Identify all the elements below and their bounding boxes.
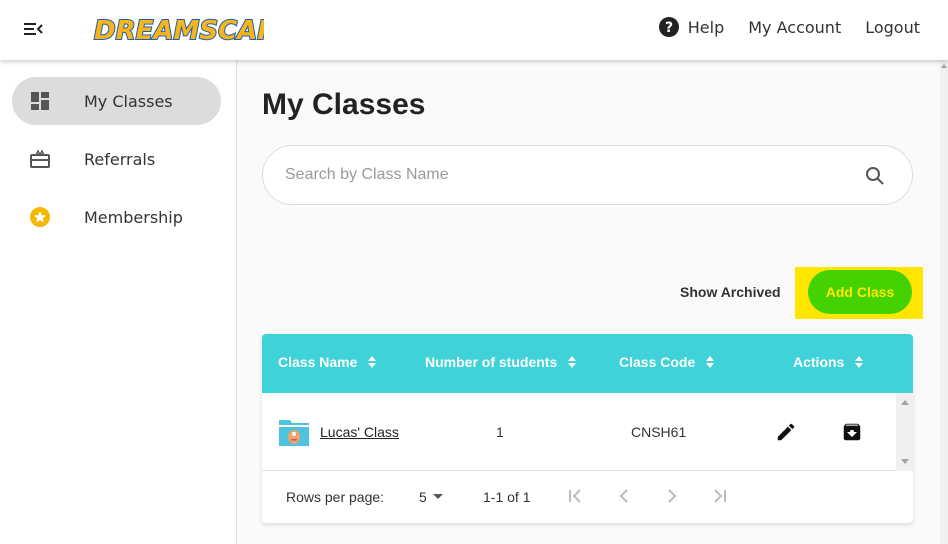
column-label: Actions [793,354,845,370]
top-nav: ? Help My Account Logout [658,16,920,38]
sort-icon [568,356,577,368]
student-count: 1 [496,424,504,440]
menu-collapse-button[interactable] [22,20,44,38]
sidebar-item-label: Membership [84,207,183,227]
column-label: Class Code [619,354,696,370]
help-link[interactable]: ? Help [658,16,724,38]
rows-per-page-label: Rows per page: [286,489,385,505]
sidebar-item-referrals[interactable]: Referrals [12,135,221,183]
dreamscape-logo[interactable]: DREAMSCAPE [92,10,295,48]
sidebar-item-my-classes[interactable]: My Classes [12,77,221,125]
class-name-link[interactable]: Lucas' Class [320,424,399,440]
column-header-class-name[interactable]: Class Name [278,354,377,370]
column-header-class-code[interactable]: Class Code [619,354,715,370]
last-page-icon[interactable] [709,486,729,506]
classes-table: Class Name Number of students Class Code… [262,334,913,523]
sidebar-item-membership[interactable]: Membership [12,193,221,241]
logout-link[interactable]: Logout [865,18,920,37]
scroll-up-arrow[interactable] [901,400,909,405]
sidebar: My Classes Referrals Membership [0,60,237,544]
my-account-link[interactable]: My Account [748,18,841,37]
table-body: Lucas' Class 1 CNSH61 [262,393,913,471]
previous-page-icon[interactable] [614,486,634,506]
star-badge-icon [30,207,50,227]
column-header-number-of-students[interactable]: Number of students [425,354,577,370]
next-page-icon[interactable] [662,486,682,506]
class-folder-icon [279,420,309,446]
menu-collapse-icon [24,23,43,35]
scroll-up-arrow[interactable] [941,64,947,68]
show-archived-toggle[interactable]: Show Archived [680,284,781,300]
dropdown-arrow-icon [432,494,443,499]
main-content: My Classes Show Archived Add Class Class… [238,60,940,544]
sidebar-item-label: My Classes [84,91,173,111]
archive-icon[interactable] [841,421,863,443]
class-code: CNSH61 [631,424,687,440]
svg-text:?: ? [665,20,673,36]
sort-icon [855,356,864,368]
column-label: Number of students [425,354,558,370]
scroll-down-arrow[interactable] [901,459,909,464]
edit-icon[interactable] [775,421,797,443]
rows-per-page-select[interactable]: 5 [419,489,443,505]
sidebar-item-label: Referrals [84,149,156,169]
sort-icon [706,356,715,368]
help-label: Help [687,17,725,37]
table-scrollbar[interactable] [896,393,913,471]
page-title: My Classes [262,88,426,121]
logo-text: DREAMSCAPE [94,16,264,46]
column-label: Class Name [278,354,358,370]
search-box [262,145,913,205]
page-scrollbar[interactable] [940,60,948,544]
column-header-actions[interactable]: Actions [793,354,864,370]
add-class-button[interactable]: Add Class [808,270,912,314]
first-page-icon[interactable] [566,486,586,506]
table-header: Class Name Number of students Class Code… [262,334,913,393]
search-icon[interactable] [864,165,886,187]
pagination-range: 1-1 of 1 [483,489,531,505]
help-icon: ? [658,17,679,37]
table-pagination: Rows per page: 5 1-1 of 1 [262,472,913,523]
sort-icon [368,356,377,368]
gift-card-icon [30,149,50,168]
dashboard-icon [31,92,49,110]
search-input[interactable] [285,162,845,188]
top-app-bar: DREAMSCAPE ? Help My Account Logout [0,0,948,60]
rows-per-page-value: 5 [419,489,427,505]
